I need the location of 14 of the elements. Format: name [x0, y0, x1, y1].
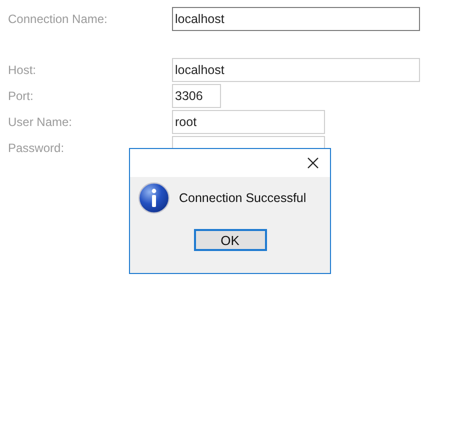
close-icon [307, 157, 319, 169]
field-label: Connection Name: [7, 11, 108, 28]
field-label: User Name: [7, 114, 74, 131]
field-label: Host: [7, 62, 38, 79]
ok-button[interactable]: OK [194, 229, 266, 251]
field-label: Password: [7, 140, 66, 157]
input-field[interactable]: localhost [172, 58, 420, 82]
close-button[interactable] [305, 155, 321, 171]
input-field[interactable]: localhost [172, 7, 420, 31]
input-field[interactable]: root [172, 110, 325, 134]
info-icon [138, 182, 170, 214]
field-label: Port: [7, 88, 34, 105]
input-field[interactable]: 3306 [172, 84, 221, 108]
dialog-message: Connection Successful [179, 190, 306, 207]
